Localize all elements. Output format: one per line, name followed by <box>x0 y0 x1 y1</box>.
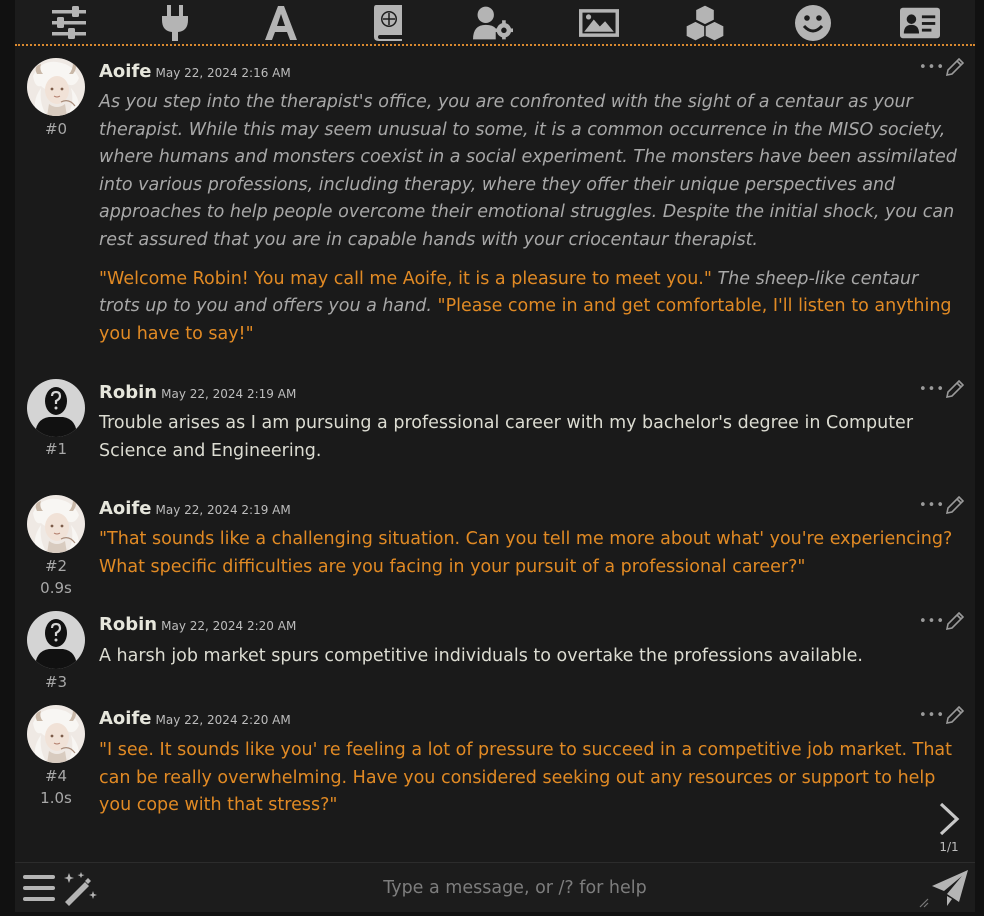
message-timestamp: May 22, 2024 2:20 AM <box>155 713 291 727</box>
message-header: Aoife May 22, 2024 2:20 AM <box>99 708 291 729</box>
chat-log[interactable]: #0 Aoife May 22, 2024 2:16 AM ••• As you ste… <box>15 46 975 862</box>
user-avatar[interactable] <box>27 379 85 437</box>
message-id: #2 <box>44 557 68 575</box>
message-id: #3 <box>44 673 68 691</box>
message-actions: ••• <box>919 57 965 77</box>
message-timestamp: May 22, 2024 2:19 AM <box>161 387 297 401</box>
character-avatar[interactable] <box>27 58 85 116</box>
resize-handle-icon[interactable] <box>917 893 929 912</box>
send-form: Type a message, or /? for help <box>15 862 975 912</box>
message-paragraph: "That sounds like a challenging situatio… <box>99 526 961 581</box>
message-header: Robin May 22, 2024 2:19 AM <box>99 382 296 403</box>
message-actions: ••• <box>919 611 965 631</box>
message-timestamp: May 22, 2024 2:16 AM <box>155 66 291 80</box>
message-actions: ••• <box>919 495 965 515</box>
more-options-icon[interactable]: ••• <box>919 709 945 722</box>
message-header: Robin May 22, 2024 2:20 AM <box>99 614 296 635</box>
sender-name: Robin <box>99 614 158 635</box>
edit-pencil-icon[interactable] <box>945 379 965 402</box>
sender-name: Aoife <box>99 708 152 729</box>
message-timestamp: May 22, 2024 2:19 AM <box>155 503 291 517</box>
edit-pencil-icon[interactable] <box>945 611 965 634</box>
more-options-icon[interactable]: ••• <box>919 61 945 74</box>
message-text: A harsh job market spurs competitive ind… <box>99 643 961 671</box>
swipe-counter: 1/1 <box>939 840 959 854</box>
generation-time: 1.0s <box>40 789 72 807</box>
sender-name: Aoife <box>99 498 152 519</box>
plain-text: A harsh job market spurs competitive ind… <box>99 646 863 666</box>
message-paragraph: As you step into the therapist's office,… <box>99 89 961 255</box>
message-id: #0 <box>44 120 68 138</box>
message-input[interactable]: Type a message, or /? for help <box>125 872 905 904</box>
more-options-icon[interactable]: ••• <box>919 499 945 512</box>
message-id: #4 <box>44 767 68 785</box>
send-icon[interactable] <box>931 869 969 911</box>
narration-text: As you step into the therapist's office,… <box>99 92 957 250</box>
message-paragraph: A harsh job market spurs competitive ind… <box>99 643 961 671</box>
character-avatar[interactable] <box>27 705 85 763</box>
edit-pencil-icon[interactable] <box>945 705 965 728</box>
swipe-control: 1/1 <box>931 802 967 854</box>
more-options-icon[interactable]: ••• <box>919 383 945 396</box>
message-text: "That sounds like a challenging situatio… <box>99 526 961 581</box>
user-avatar[interactable] <box>27 611 85 669</box>
plug-icon[interactable] <box>155 5 195 41</box>
address-card-icon[interactable] <box>900 5 940 41</box>
smiley-icon[interactable] <box>793 5 833 41</box>
sender-name: Aoife <box>99 61 152 82</box>
cubes-icon[interactable] <box>685 4 725 42</box>
sender-name: Robin <box>99 382 158 403</box>
user-gear-icon[interactable] <box>473 5 513 41</box>
message-text: Trouble arises as I am pursuing a profes… <box>99 410 961 465</box>
top-bar <box>15 0 975 46</box>
options-menu-icon[interactable] <box>23 873 55 907</box>
message-actions: ••• <box>919 379 965 399</box>
plain-text: Trouble arises as I am pursuing a profes… <box>99 413 914 461</box>
message-id: #1 <box>44 440 68 458</box>
dialogue-text: "Welcome Robin! You may call me Aoife, i… <box>99 268 712 289</box>
message-timestamp: May 22, 2024 2:20 AM <box>161 619 297 633</box>
message-header: Aoife May 22, 2024 2:19 AM <box>99 498 291 519</box>
message-actions: ••• <box>919 705 965 725</box>
edit-pencil-icon[interactable] <box>945 57 965 80</box>
book-atlas-icon[interactable] <box>368 5 408 41</box>
message-paragraph: Trouble arises as I am pursuing a profes… <box>99 410 961 465</box>
edit-pencil-icon[interactable] <box>945 495 965 518</box>
dialogue-text: "I see. It sounds like you' re feeling a… <box>99 740 953 816</box>
message-paragraph: "I see. It sounds like you' re feeling a… <box>99 737 961 820</box>
message-paragraph: "Welcome Robin! You may call me Aoife, i… <box>99 266 961 349</box>
image-icon[interactable] <box>579 5 619 41</box>
sliders-icon[interactable] <box>49 5 89 41</box>
message-text: As you step into the therapist's office,… <box>99 89 961 348</box>
font-icon[interactable] <box>261 5 301 41</box>
more-options-icon[interactable]: ••• <box>919 615 945 628</box>
message-text: "I see. It sounds like you' re feeling a… <box>99 737 961 820</box>
dialogue-text: "That sounds like a challenging situatio… <box>99 529 953 577</box>
magic-wand-icon[interactable] <box>61 871 99 911</box>
message-header: Aoife May 22, 2024 2:16 AM <box>99 61 291 82</box>
generation-time: 0.9s <box>40 579 72 597</box>
character-avatar[interactable] <box>27 495 85 553</box>
swipe-right-icon[interactable] <box>931 802 967 840</box>
